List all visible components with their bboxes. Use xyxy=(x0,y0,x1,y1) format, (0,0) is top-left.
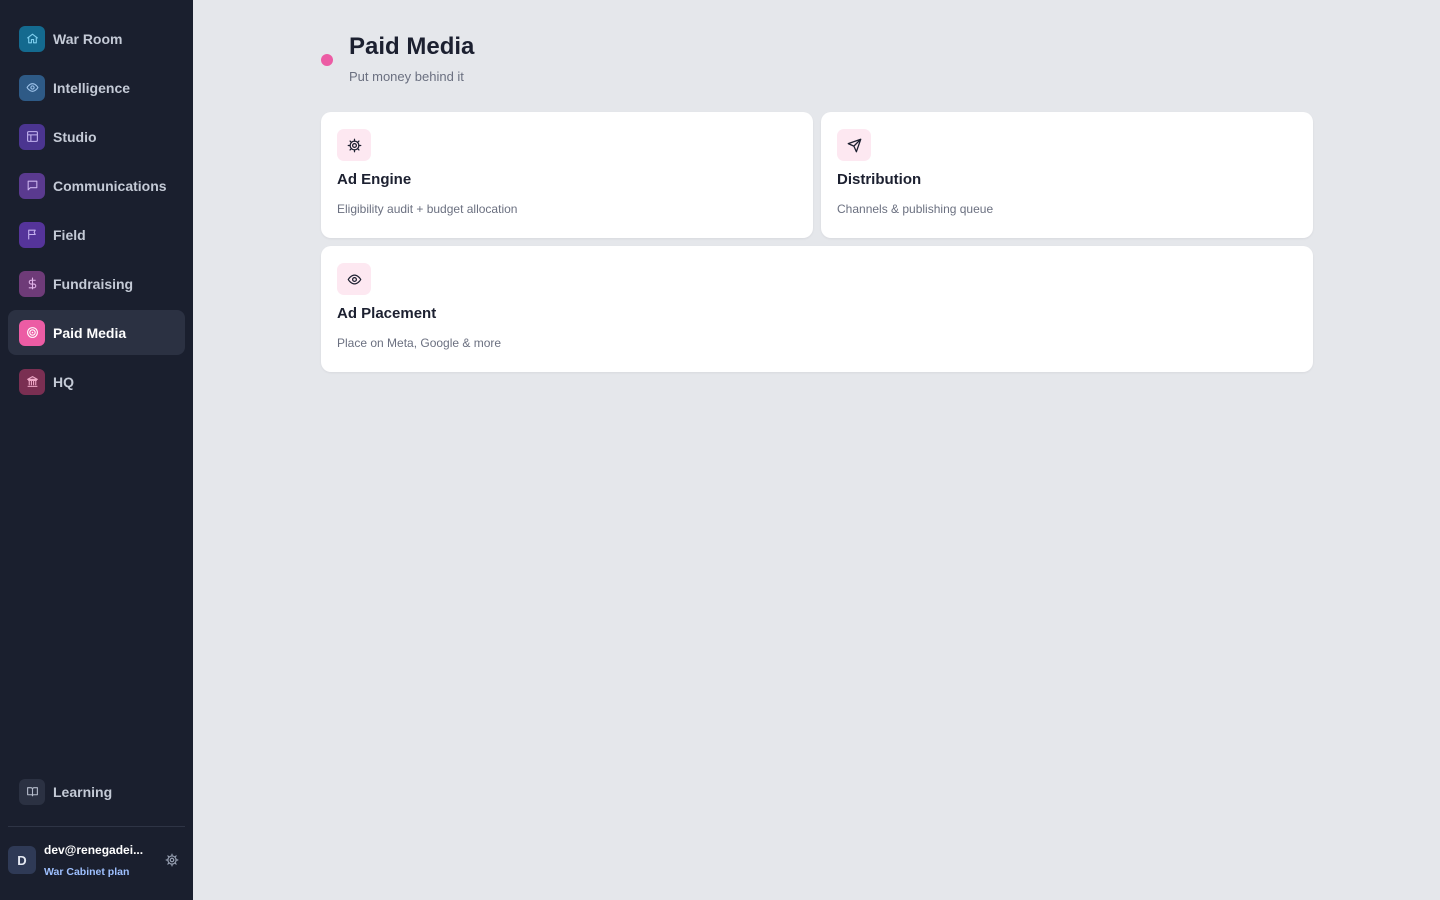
flag-icon xyxy=(19,221,45,248)
card-title: Ad Engine xyxy=(337,171,412,188)
user-info: dev@renegadei... War Cabinet plan xyxy=(44,843,156,878)
card-description: Place on Meta, Google & more xyxy=(337,336,502,350)
sidebar-item-label: Learning xyxy=(53,783,113,800)
card-description: Eligibility audit + budget allocation xyxy=(337,202,518,216)
sidebar-item-label: HQ xyxy=(53,373,74,390)
sidebar-item-paid-media[interactable]: Paid Media xyxy=(8,310,185,355)
eye-icon xyxy=(337,263,371,295)
card-ad-placement[interactable]: Ad Placement Place on Meta, Google & mor… xyxy=(321,246,1313,372)
card-ad-engine[interactable]: Ad Engine Eligibility audit + budget all… xyxy=(321,112,813,238)
sidebar-item-hq[interactable]: HQ xyxy=(8,359,185,404)
sidebar-item-war-room[interactable]: War Room xyxy=(8,16,185,61)
dollar-icon xyxy=(19,270,45,297)
sidebar-item-communications[interactable]: Communications xyxy=(8,163,185,208)
building-icon xyxy=(19,368,45,395)
target-icon xyxy=(19,319,45,346)
eye-icon xyxy=(19,74,45,101)
sidebar-item-fundraising[interactable]: Fundraising xyxy=(8,261,185,306)
message-icon xyxy=(19,172,45,199)
avatar[interactable]: D xyxy=(8,846,36,874)
sidebar-item-field[interactable]: Field xyxy=(8,212,185,257)
sidebar-item-learning[interactable]: Learning xyxy=(8,769,185,814)
status-dot xyxy=(321,54,333,66)
sidebar-item-label: Paid Media xyxy=(53,324,127,341)
sidebar-item-label: Studio xyxy=(53,128,97,145)
sidebar-item-label: War Room xyxy=(53,30,123,47)
sidebar-item-label: Communications xyxy=(53,177,167,194)
layout-icon xyxy=(19,123,45,150)
sidebar: War Room Intelligence Studio Communicati… xyxy=(0,0,193,900)
home-icon xyxy=(19,25,45,52)
sidebar-divider xyxy=(8,826,185,827)
user-account: D dev@renegadei... War Cabinet plan xyxy=(8,833,185,887)
send-icon xyxy=(837,129,871,161)
user-plan: War Cabinet plan xyxy=(44,865,130,878)
card-title: Ad Placement xyxy=(337,305,437,322)
card-title: Distribution xyxy=(837,171,922,188)
sidebar-item-label: Field xyxy=(53,226,86,243)
sidebar-item-label: Intelligence xyxy=(53,79,131,96)
page-subtitle: Put money behind it xyxy=(349,69,464,84)
gear-icon[interactable] xyxy=(165,853,179,867)
page-title: Paid Media xyxy=(349,33,475,60)
gear-icon xyxy=(337,129,371,161)
sidebar-item-label: Fundraising xyxy=(53,275,134,292)
book-icon xyxy=(19,778,45,805)
card-description: Channels & publishing queue xyxy=(837,202,994,216)
card-distribution[interactable]: Distribution Channels & publishing queue xyxy=(821,112,1313,238)
user-email: dev@renegadei... xyxy=(44,842,144,857)
sidebar-item-intelligence[interactable]: Intelligence xyxy=(8,65,185,110)
sidebar-item-studio[interactable]: Studio xyxy=(8,114,185,159)
